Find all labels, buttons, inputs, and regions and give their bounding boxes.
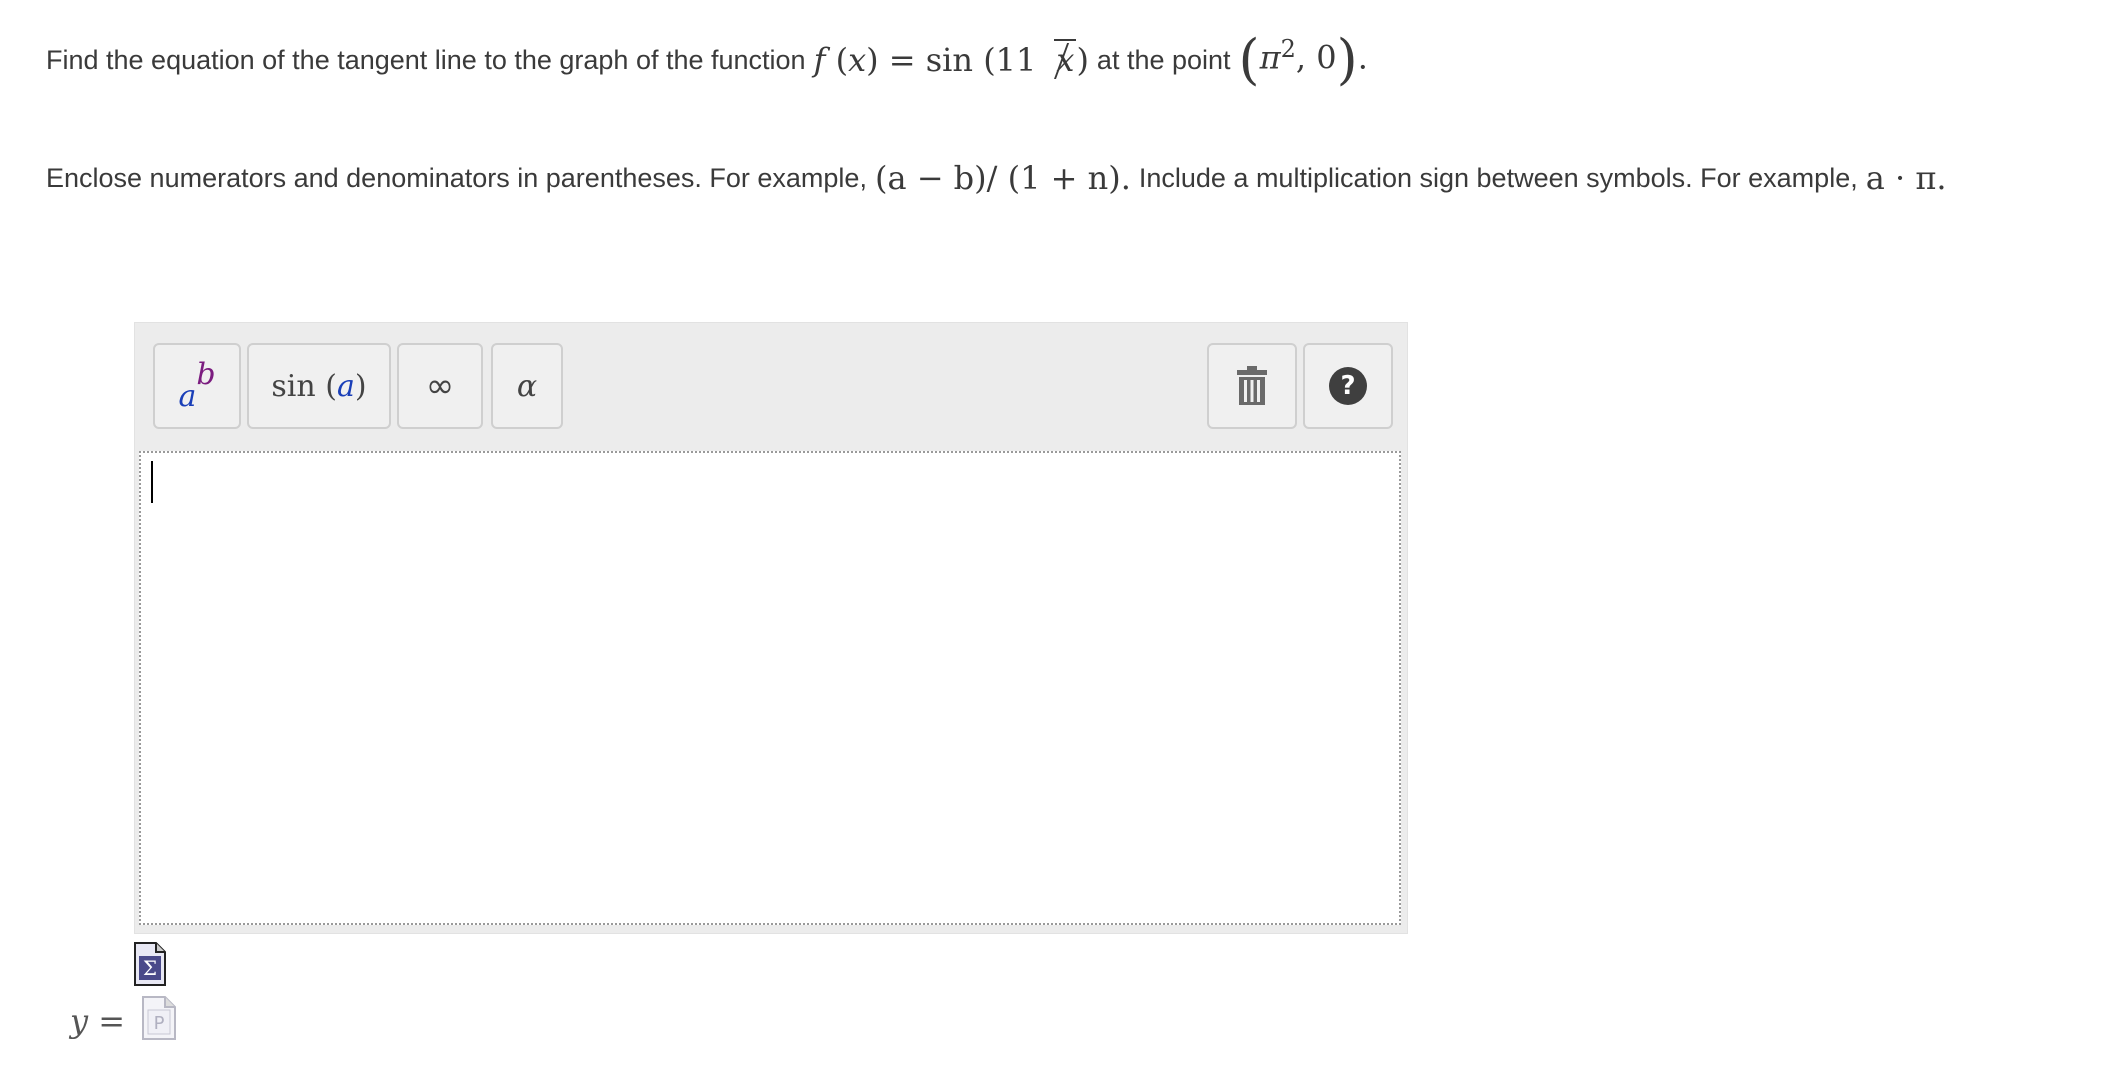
- power-exponent-label: b: [196, 356, 216, 392]
- question-prefix: Find the equation of the tangent line to…: [46, 44, 806, 75]
- answer-label: y =: [70, 1002, 125, 1040]
- help-icon: ?: [1329, 367, 1367, 405]
- equation-editor-icon[interactable]: Σ: [134, 942, 166, 986]
- trig-fn-label: sin: [271, 368, 316, 404]
- trash-icon: [1237, 366, 1267, 405]
- instruction-part2: Include a multiplication sign between sy…: [1138, 162, 1858, 193]
- clear-button[interactable]: [1207, 343, 1297, 429]
- math-editor: ab sin (a) ∞ α ?: [134, 322, 1408, 934]
- point-x-exponent: 2: [1280, 34, 1296, 63]
- infinity-button[interactable]: ∞: [397, 343, 483, 429]
- help-button[interactable]: ?: [1303, 343, 1393, 429]
- trig-var-label: a: [336, 368, 355, 404]
- trig-label: sin (a): [271, 368, 367, 404]
- function-expression: f (x) = sin (11 x): [813, 39, 1089, 79]
- instructions-text: Enclose numerators and denominators in p…: [46, 150, 1955, 206]
- function-variable: x: [848, 41, 867, 79]
- power-base-label: a: [178, 378, 197, 414]
- question-mid-text: at the point: [1096, 44, 1231, 75]
- text-caret: [151, 461, 153, 503]
- infinity-icon: ∞: [425, 366, 455, 406]
- greek-button[interactable]: α: [491, 343, 563, 429]
- answer-input[interactable]: [139, 451, 1401, 925]
- sqrt-symbol: x: [1036, 39, 1077, 79]
- instruction-part1: Enclose numerators and denominators in p…: [46, 162, 867, 193]
- point-y: 0: [1316, 38, 1337, 77]
- preview-icon[interactable]: P: [142, 996, 176, 1040]
- answer-equals: =: [98, 1002, 126, 1040]
- point-expression: (π2, 0).: [1238, 28, 1368, 91]
- answer-variable: y: [70, 1002, 89, 1040]
- function-operator: sin: [925, 41, 974, 79]
- alpha-icon: α: [516, 368, 538, 404]
- page: Find the equation of the tangent line to…: [0, 0, 2114, 1082]
- instruction-example2: a · π.: [1865, 159, 1947, 197]
- sqrt-variable: x: [1056, 41, 1075, 79]
- svg-text:Σ: Σ: [143, 956, 157, 980]
- instruction-example1: (a − b)/ (1 + n).: [874, 159, 1131, 197]
- question-text: Find the equation of the tangent line to…: [46, 30, 1376, 90]
- trig-button[interactable]: sin (a): [247, 343, 391, 429]
- svg-text:P: P: [154, 1013, 165, 1034]
- power-button[interactable]: ab: [153, 343, 241, 429]
- function-name: f: [813, 41, 826, 79]
- function-coefficient: 11: [995, 41, 1037, 79]
- point-x-base: π: [1259, 38, 1281, 77]
